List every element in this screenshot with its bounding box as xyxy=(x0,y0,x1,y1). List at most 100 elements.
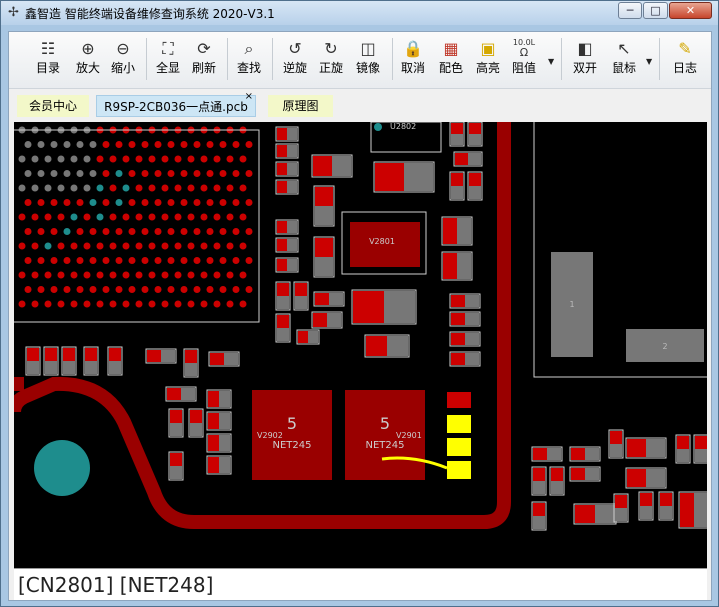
refresh-button[interactable]: ⟳ 刷新 xyxy=(186,38,222,82)
smd-component[interactable] xyxy=(364,334,410,358)
smd-component[interactable] xyxy=(449,293,481,309)
smd-component[interactable] xyxy=(168,451,184,481)
rotate-cw-button[interactable]: ↻ 正旋 xyxy=(313,38,349,82)
smd-component[interactable] xyxy=(449,331,481,347)
smd-component[interactable] xyxy=(569,446,601,462)
smd-component[interactable] xyxy=(449,122,465,147)
maximize-button[interactable]: □ xyxy=(643,2,668,19)
smd-component[interactable] xyxy=(658,491,674,521)
smd-component[interactable] xyxy=(453,151,483,167)
smd-component[interactable] xyxy=(531,501,547,531)
search-button[interactable]: ⌕ 查找 xyxy=(231,38,267,82)
smd-component[interactable] xyxy=(275,313,291,343)
smd-component[interactable] xyxy=(313,236,335,278)
smd-component[interactable] xyxy=(293,281,309,311)
smd-component[interactable] xyxy=(573,503,617,525)
pad xyxy=(109,348,121,361)
smd-component[interactable] xyxy=(296,329,320,345)
minimize-button[interactable]: ─ xyxy=(618,2,642,19)
smd-component[interactable] xyxy=(449,351,481,367)
smd-component[interactable] xyxy=(531,446,563,462)
smd-component[interactable] xyxy=(165,386,197,402)
smd-component[interactable] xyxy=(145,348,177,364)
smd-component[interactable] xyxy=(613,493,629,523)
close-icon[interactable]: × xyxy=(245,91,253,103)
smd-component[interactable] xyxy=(107,346,123,376)
smd-component[interactable] xyxy=(83,346,99,376)
smd-component[interactable] xyxy=(675,434,691,464)
smd-component[interactable] xyxy=(311,154,353,178)
rotate-cw-icon: ↻ xyxy=(324,39,338,58)
color-button[interactable]: ▦ 配色 xyxy=(433,38,469,82)
smd-component[interactable] xyxy=(275,257,299,273)
smd-component[interactable] xyxy=(208,351,240,367)
smd-component[interactable] xyxy=(569,466,601,482)
smd-component[interactable] xyxy=(188,408,204,438)
close-button[interactable]: ✕ xyxy=(669,2,712,19)
smd-component[interactable] xyxy=(168,408,184,438)
smd-component[interactable] xyxy=(625,467,667,489)
pcb-canvas[interactable]: 1 2 U2802 V2801 5 V2902 NET245 5 V2901 N… xyxy=(14,122,707,568)
smd-component[interactable] xyxy=(275,237,299,253)
log-button[interactable]: ✎ 日志 xyxy=(667,38,703,82)
smd-component[interactable] xyxy=(313,291,345,307)
smd-component[interactable] xyxy=(206,455,232,475)
smd-component[interactable] xyxy=(441,216,473,246)
smd-component[interactable] xyxy=(206,433,232,453)
smd-component[interactable] xyxy=(275,179,299,195)
resistance-button[interactable]: 10.0L Ω 阻值 xyxy=(506,38,542,82)
bga-ball xyxy=(89,170,97,177)
mirror-button[interactable]: ◫ 镜像 xyxy=(350,38,386,82)
smd-component[interactable] xyxy=(313,185,335,227)
smd-component[interactable] xyxy=(467,122,483,147)
tab-schematic[interactable]: 原理图 xyxy=(268,95,333,117)
smd-component[interactable] xyxy=(625,437,667,459)
smd-component[interactable] xyxy=(275,219,299,235)
chevron-down-icon[interactable]: ▼ xyxy=(646,57,652,66)
chevron-down-icon[interactable]: ▼ xyxy=(548,57,554,66)
pad xyxy=(387,336,408,356)
smd-component[interactable] xyxy=(25,346,41,376)
highlight-button[interactable]: ▣ 高亮 xyxy=(470,38,506,82)
dual-view-button[interactable]: ◧ 双开 xyxy=(567,38,603,82)
smd-component[interactable] xyxy=(275,281,291,311)
bga-ball xyxy=(219,141,227,148)
smd-component[interactable] xyxy=(206,411,232,431)
highlighted-pad[interactable] xyxy=(447,461,471,479)
smd-component[interactable] xyxy=(638,491,654,521)
smd-component[interactable] xyxy=(678,491,707,529)
smd-component[interactable] xyxy=(206,389,232,409)
smd-component[interactable] xyxy=(449,171,465,201)
smd-component[interactable] xyxy=(275,143,299,159)
highlighted-pad[interactable] xyxy=(447,415,471,433)
zoom-in-button[interactable]: ⊕ 放大 xyxy=(70,38,106,82)
pad[interactable] xyxy=(447,392,471,408)
highlighted-pad[interactable] xyxy=(447,438,471,456)
smd-component[interactable] xyxy=(61,346,77,376)
smd-component[interactable] xyxy=(693,434,707,464)
smd-component[interactable] xyxy=(183,348,199,378)
mouse-button[interactable]: ↖ 鼠标 xyxy=(606,38,642,82)
rotate-ccw-button[interactable]: ↺ 逆旋 xyxy=(277,38,313,82)
smd-component[interactable] xyxy=(608,429,624,459)
cancel-button[interactable]: 🔒 取消 xyxy=(395,38,431,82)
smd-component[interactable] xyxy=(531,466,547,496)
smd-component[interactable] xyxy=(441,251,473,281)
catalog-button[interactable]: ☷ 目录 xyxy=(30,38,66,82)
smd-component[interactable] xyxy=(43,346,59,376)
smd-component[interactable] xyxy=(449,311,481,327)
full-view-button[interactable]: ⛶ 全显 xyxy=(150,38,186,82)
smd-component[interactable] xyxy=(351,289,417,325)
smd-component[interactable] xyxy=(549,466,565,496)
smd-component[interactable] xyxy=(275,161,299,177)
tab-member-center[interactable]: 会员中心 xyxy=(17,95,89,117)
smd-component[interactable] xyxy=(373,161,435,193)
pcb-drawing[interactable]: 1 2 U2802 V2801 5 V2902 NET245 5 V2901 N… xyxy=(14,122,707,568)
tab-pcb-file[interactable]: R9SP-2CB036一点通.pcb × xyxy=(96,91,256,117)
smd-component[interactable] xyxy=(467,171,483,201)
smd-component[interactable] xyxy=(275,126,299,142)
title-bar[interactable]: ✢ 鑫智造 智能终端设备维修查询系统 2020-V3.1 ─ □ ✕ xyxy=(1,1,718,25)
bga-ball xyxy=(102,141,110,148)
smd-component[interactable] xyxy=(311,311,343,329)
zoom-out-button[interactable]: ⊖ 缩小 xyxy=(105,38,141,82)
